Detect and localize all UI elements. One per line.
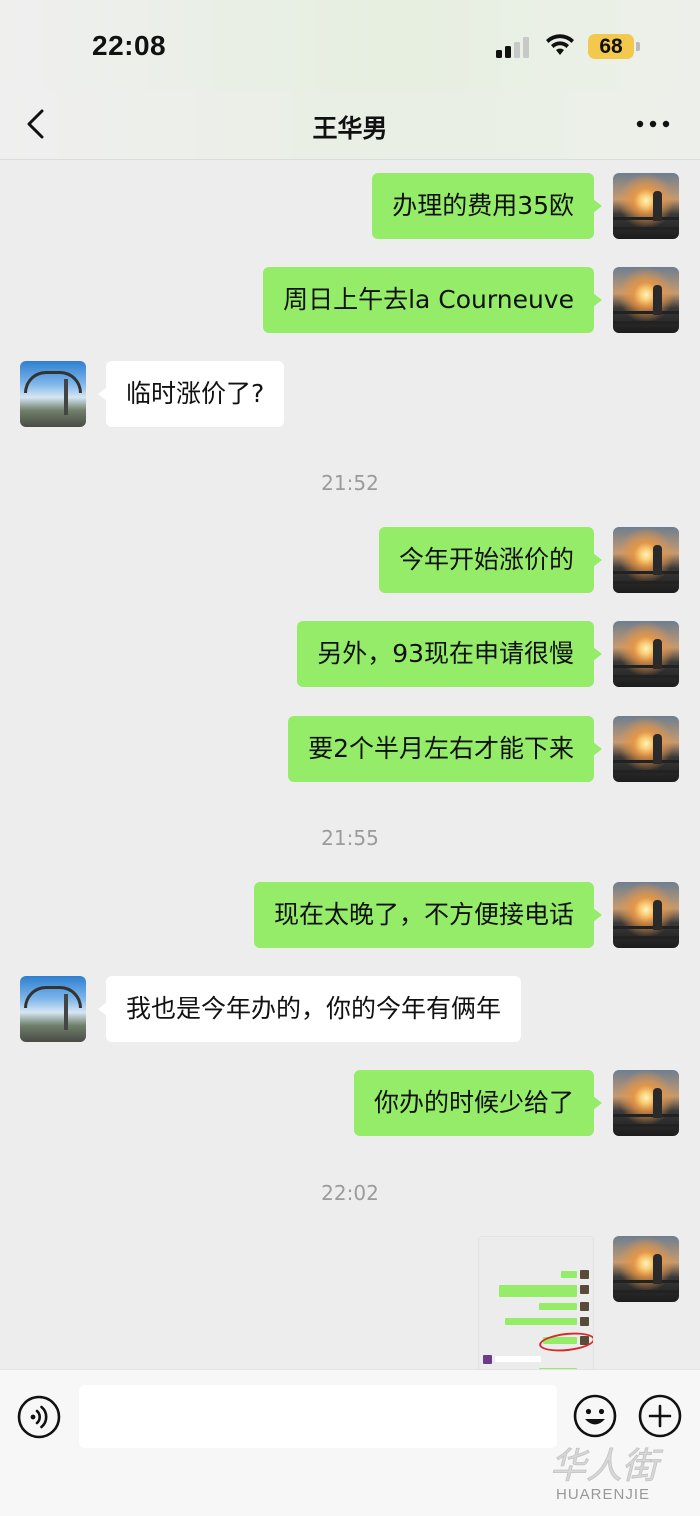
message-row-outgoing: 要2个半月左右才能下来 [0,716,700,782]
message-bubble[interactable]: 你办的时候少给了 [353,1070,603,1136]
chat-title: 王华男 [312,114,388,143]
avatar-me[interactable] [613,882,679,948]
message-bubble[interactable]: 办理的费用35欧 [372,173,602,239]
message-row-outgoing: 今年开始涨价的 [0,527,700,593]
red-circle-annotation [538,1330,593,1354]
avatar-me[interactable] [613,267,679,333]
message-bubble[interactable]: 现在太晚了，不方便接电话 [253,882,603,948]
wifi-icon [546,34,574,55]
avatar-me[interactable] [613,716,679,782]
more-dots-icon[interactable] [636,119,670,129]
avatar-me[interactable] [613,1070,679,1136]
message-row-outgoing: 另外，93现在申请很慢 [0,621,700,687]
message-timestamp: 22:02 [321,1181,379,1205]
avatar-me[interactable] [613,527,679,593]
message-bubble[interactable]: 另外，93现在申请很慢 [297,621,602,687]
message-bubble[interactable]: 今年开始涨价的 [378,527,603,593]
plus-icon[interactable] [637,1393,683,1439]
voice-icon[interactable] [16,1394,62,1440]
message-bubble[interactable]: 要2个半月左右才能下来 [288,716,602,782]
message-input[interactable] [79,1385,557,1448]
message-list[interactable]: 办理的费用35欧 周日上午去la Courneuve 临时涨价了? 21:52 … [0,161,700,1369]
message-bubble[interactable]: 我也是今年办的，你的今年有俩年 [97,976,522,1042]
message-row-outgoing: 办理的费用35欧 [0,173,700,239]
message-timestamp: 21:55 [321,826,379,850]
avatar-me[interactable] [613,621,679,687]
message-timestamp: 21:52 [321,471,379,495]
message-row-outgoing [0,1236,700,1302]
message-row-outgoing: 周日上午去la Courneuve [0,267,700,333]
avatar-me[interactable] [613,1236,679,1302]
message-row-incoming: 我也是今年办的，你的今年有俩年 [0,976,700,1042]
message-bubble[interactable]: 临时涨价了? [97,361,285,427]
status-bar: 22:08 68 [0,0,700,90]
status-time: 22:08 [92,30,167,61]
emoji-icon[interactable] [572,1393,618,1439]
message-row-outgoing: 你办的时候少给了 [0,1070,700,1136]
message-bubble[interactable]: 周日上午去la Courneuve [263,267,602,333]
svg-text:华人街: 华人街 [550,1446,664,1486]
battery-nub [636,42,640,51]
screenshot-thumbnail[interactable] [478,1236,594,1369]
watermark-text: HUARENJIE [556,1486,651,1503]
battery-icon: 68 [588,34,634,59]
avatar-contact[interactable] [20,976,86,1042]
avatar-me[interactable] [613,173,679,239]
message-row-outgoing: 现在太晚了，不方便接电话 [0,882,700,948]
avatar-contact[interactable] [20,361,86,427]
message-row-incoming: 临时涨价了? [0,361,700,427]
signal-icon [496,37,529,58]
chat-header: 王华男 [0,90,700,160]
